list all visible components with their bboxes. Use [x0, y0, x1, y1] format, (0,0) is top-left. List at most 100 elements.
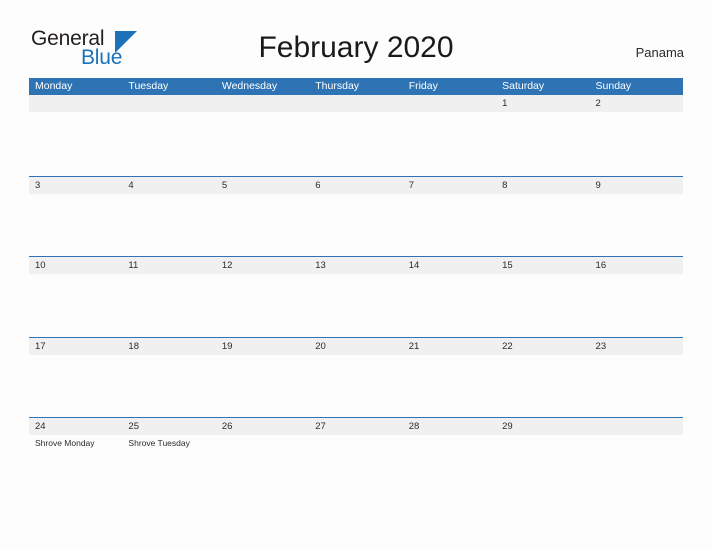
day-cell[interactable] — [496, 355, 589, 417]
week-date-band: 24 25 26 27 28 29 — [29, 418, 683, 435]
day-number[interactable]: 24 — [29, 418, 122, 435]
day-number[interactable]: 8 — [496, 177, 589, 194]
calendar-week-row: 24 25 26 27 28 29 Shrove Monday Shrove Tuesday — [29, 417, 683, 498]
calendar-weeks: 1 2 3 4 5 6 7 8 9 10 11 12 13 14 15 16 17 18 19 20 21 22 23 24 2… — [29, 95, 683, 498]
weekday-header-saturday: Saturday — [502, 80, 545, 92]
day-number[interactable]: 2 — [590, 95, 683, 112]
day-cell[interactable] — [403, 274, 496, 336]
day-number[interactable]: 23 — [590, 338, 683, 355]
day-number[interactable]: 28 — [403, 418, 496, 435]
weekday-header-monday: Monday — [35, 80, 73, 92]
day-number[interactable]: 5 — [216, 177, 309, 194]
day-cell[interactable] — [590, 274, 683, 336]
day-cell[interactable] — [122, 355, 215, 417]
day-number[interactable]: 1 — [496, 95, 589, 112]
day-cell[interactable] — [496, 112, 589, 174]
calendar-week-row: 10 11 12 13 14 15 16 — [29, 256, 683, 337]
week-event-band — [29, 193, 683, 256]
week-event-band — [29, 112, 683, 174]
weekday-header-thursday: Thursday — [315, 80, 360, 92]
day-cell[interactable] — [29, 355, 122, 417]
day-cell[interactable] — [29, 274, 122, 336]
day-number-empty — [29, 95, 122, 112]
holiday-label: Shrove Tuesday — [128, 438, 190, 448]
day-cell[interactable] — [29, 194, 122, 256]
day-cell[interactable] — [496, 194, 589, 256]
day-cell[interactable] — [590, 355, 683, 417]
page-header: General Blue February 2020 Panama — [0, 0, 712, 76]
week-date-band: 17 18 19 20 21 22 23 — [29, 337, 683, 355]
day-cell[interactable] — [216, 274, 309, 336]
day-number-empty — [122, 95, 215, 112]
day-number[interactable]: 11 — [122, 257, 215, 274]
day-number[interactable]: 3 — [29, 177, 122, 194]
day-cell[interactable] — [309, 435, 402, 497]
day-number[interactable]: 12 — [216, 257, 309, 274]
day-cell[interactable] — [590, 112, 683, 174]
day-cell[interactable] — [403, 435, 496, 497]
week-event-band — [29, 354, 683, 417]
calendar-page: General Blue February 2020 Panama Monday… — [0, 0, 712, 550]
day-number[interactable]: 21 — [403, 338, 496, 355]
day-number[interactable]: 16 — [590, 257, 683, 274]
day-cell[interactable] — [122, 274, 215, 336]
day-number[interactable]: 27 — [309, 418, 402, 435]
day-cell[interactable] — [309, 274, 402, 336]
day-number[interactable]: 19 — [216, 338, 309, 355]
day-number[interactable]: 29 — [496, 418, 589, 435]
day-number[interactable]: 7 — [403, 177, 496, 194]
day-cell[interactable] — [216, 435, 309, 497]
day-number[interactable]: 26 — [216, 418, 309, 435]
week-date-band: 3456789 — [29, 176, 683, 194]
day-number[interactable]: 9 — [590, 177, 683, 194]
calendar-week-row: 17 18 19 20 21 22 23 — [29, 336, 683, 418]
day-cell[interactable] — [590, 194, 683, 256]
day-cell[interactable] — [496, 274, 589, 336]
day-number[interactable]: 4 — [122, 177, 215, 194]
day-number[interactable]: 20 — [309, 338, 402, 355]
week-date-band: 12 — [29, 95, 683, 112]
day-cell[interactable] — [309, 112, 402, 174]
day-number[interactable]: 22 — [496, 338, 589, 355]
day-number[interactable]: 17 — [29, 338, 122, 355]
week-event-band — [29, 274, 683, 336]
weekday-header-sunday: Sunday — [595, 80, 632, 92]
weekday-header-wednesday: Wednesday — [221, 80, 278, 92]
weekday-header-tuesday: Tuesday — [128, 80, 169, 92]
day-cell[interactable] — [403, 355, 496, 417]
day-cell[interactable] — [122, 112, 215, 174]
day-cell[interactable] — [496, 435, 589, 497]
day-cell[interactable] — [309, 355, 402, 417]
day-number[interactable]: 25 — [122, 418, 215, 435]
weekday-header-friday: Friday — [408, 80, 438, 92]
day-number[interactable]: 6 — [309, 177, 402, 194]
day-cell[interactable] — [216, 355, 309, 417]
day-number[interactable]: 18 — [122, 338, 215, 355]
page-title: February 2020 — [258, 31, 454, 64]
calendar-week-row: 12 — [29, 95, 683, 176]
day-number[interactable]: 14 — [403, 257, 496, 274]
day-cell[interactable] — [216, 194, 309, 256]
day-number-empty — [590, 418, 683, 435]
holiday-label: Shrove Monday — [35, 438, 95, 448]
day-number-empty — [403, 95, 496, 112]
country-label: Panama — [635, 45, 684, 60]
weekday-header-row: Monday Tuesday Wednesday Thursday Friday Satu… — [29, 78, 683, 95]
day-number[interactable]: 10 — [29, 257, 122, 274]
day-cell[interactable] — [309, 194, 402, 256]
day-cell[interactable] — [216, 112, 309, 174]
calendar-week-row: 3456789 — [29, 175, 683, 257]
day-cell[interactable] — [29, 112, 122, 174]
week-date-band: 10 11 12 13 14 15 16 — [29, 257, 683, 274]
day-cell[interactable] — [403, 194, 496, 256]
day-cell[interactable] — [590, 435, 683, 497]
day-number[interactable]: 13 — [309, 257, 402, 274]
day-cell[interactable]: Shrove Monday — [29, 435, 122, 497]
day-cell[interactable]: Shrove Tuesday — [122, 435, 215, 497]
calendar-grid: Monday Tuesday Wednesday Thursday Friday Satu… — [29, 78, 683, 498]
day-number-empty — [216, 95, 309, 112]
day-cell[interactable] — [403, 112, 496, 174]
day-cell[interactable] — [122, 194, 215, 256]
day-number[interactable]: 15 — [496, 257, 589, 274]
week-event-band: Shrove Monday Shrove Tuesday — [29, 435, 683, 497]
